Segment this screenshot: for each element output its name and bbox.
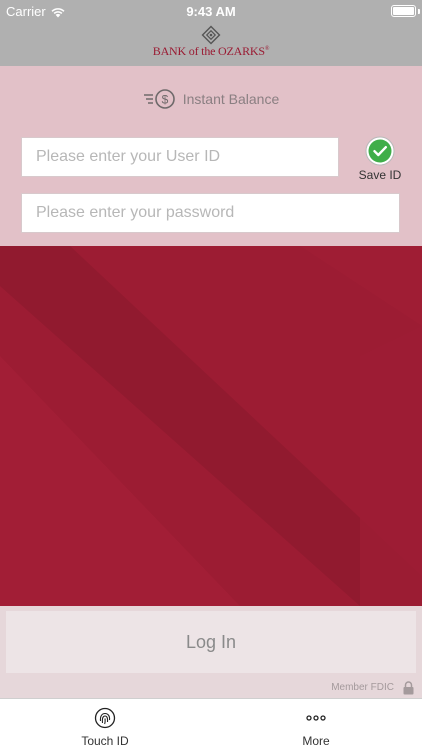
login-area: $ Instant Balance Save ID — [0, 66, 422, 246]
password-field[interactable] — [21, 193, 400, 233]
brand-name: BANK of the OZARKS — [152, 44, 265, 58]
password-input[interactable] — [36, 194, 399, 232]
check-circle-icon[interactable] — [365, 136, 395, 166]
bank-logo: BANK of the OZARKS® — [0, 24, 422, 59]
more-dots-icon — [306, 715, 326, 721]
tab-bar: Touch ID More — [0, 698, 422, 750]
battery-fill — [393, 7, 414, 15]
tab-touch-id-label: Touch ID — [81, 734, 129, 748]
user-id-field[interactable] — [21, 137, 339, 177]
instant-balance-label: Instant Balance — [182, 91, 280, 107]
login-bar: Log In — [0, 606, 422, 678]
save-id-label: Save ID — [358, 168, 402, 182]
tab-more[interactable]: More — [256, 707, 376, 748]
fingerprint-icon — [94, 707, 116, 729]
status-bar: Carrier 9:43 AM — [0, 0, 422, 22]
battery-icon — [391, 5, 416, 17]
battery-cap — [418, 9, 420, 14]
dollar-speed-icon: $ — [143, 89, 175, 109]
tab-more-label: More — [302, 734, 330, 748]
member-fdic-label: Member FDIC — [331, 682, 394, 693]
save-id-toggle[interactable]: Save ID — [357, 136, 403, 182]
instant-balance-link[interactable]: $ Instant Balance — [0, 88, 422, 110]
svg-text:$: $ — [161, 93, 168, 107]
top-header: Carrier 9:43 AM BANK of the OZARKS® — [0, 0, 422, 66]
bank-logo-mark — [201, 25, 221, 45]
tab-touch-id[interactable]: Touch ID — [45, 707, 165, 748]
bank-logo-text: BANK of the OZARKS® — [0, 44, 422, 59]
log-in-button[interactable]: Log In — [6, 611, 416, 673]
brand-background-panel — [0, 246, 422, 606]
brand-registered-mark: ® — [264, 46, 270, 52]
fdic-bar: Member FDIC — [0, 678, 422, 698]
user-id-input[interactable] — [36, 138, 338, 176]
status-time: 9:43 AM — [186, 4, 236, 19]
lock-icon — [403, 681, 414, 695]
diagonal-pattern — [0, 246, 422, 606]
